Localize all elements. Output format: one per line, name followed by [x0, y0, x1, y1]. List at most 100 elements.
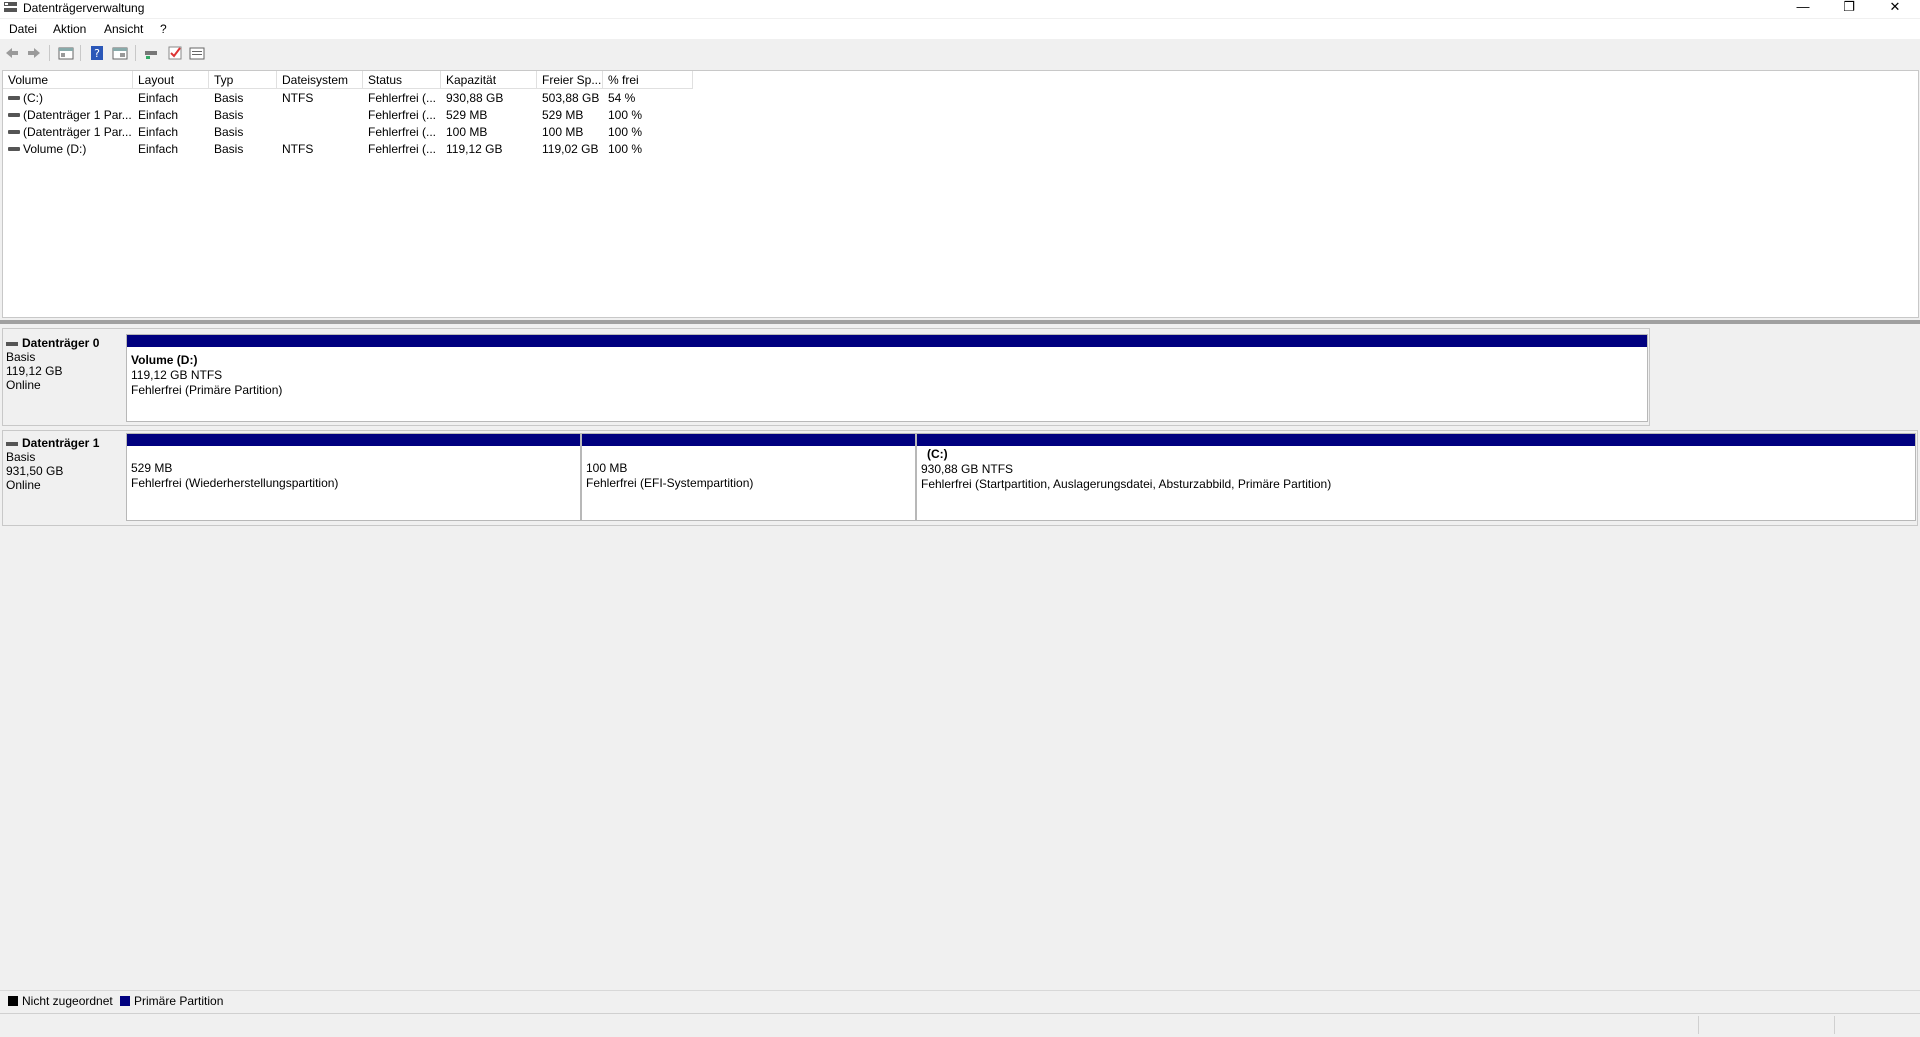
status-bar [0, 1013, 1920, 1037]
disk-type: Basis [6, 450, 36, 464]
primary-partition-bar [582, 434, 915, 446]
toolbar: ? [0, 41, 1920, 65]
toolbar-separator [80, 45, 81, 61]
column-header-status[interactable]: Status [363, 71, 441, 89]
help-icon[interactable]: ? [89, 45, 105, 61]
disk-state: Online [6, 478, 41, 492]
cell-freier-speicher: 529 MB [542, 108, 584, 122]
unallocated-swatch [8, 996, 18, 1006]
primary-partition-bar [917, 434, 1915, 446]
disk-state: Online [6, 378, 41, 392]
partition-recovery[interactable]: 529 MB Fehlerfrei (Wiederherstellungspar… [126, 433, 581, 521]
legend: Nicht zugeordnet Primäre Partition [0, 990, 1920, 1013]
partition-size: 119,12 GB NTFS [131, 368, 223, 382]
legend-label-unallocated: Nicht zugeordnet [22, 994, 113, 1008]
partition-title: (C:) [927, 447, 948, 461]
menu-help[interactable]: ? [160, 22, 167, 36]
cell-layout: Einfach [138, 142, 179, 156]
partition-volume-d[interactable]: Volume (D:) 119,12 GB NTFS Fehlerfrei (P… [126, 334, 1648, 422]
properties-icon[interactable] [112, 45, 128, 61]
cell-typ: Basis [214, 142, 244, 156]
partition-status: Fehlerfrei (Startpartition, Auslagerungs… [921, 477, 1332, 491]
minimize-button[interactable]: — [1780, 0, 1826, 16]
cell-kapazitaet: 100 MB [446, 125, 488, 139]
cell-status: Fehlerfrei (... [368, 108, 437, 122]
partition-size: 529 MB [131, 461, 173, 475]
menu-datei[interactable]: Datei [9, 22, 37, 36]
window-title: Datenträgerverwaltung [23, 1, 145, 15]
primary-partition-bar [127, 335, 1647, 347]
cell-volume: (Datenträger 1 Par... [23, 125, 131, 139]
partition-size: 100 MB [586, 461, 628, 475]
column-header-kapazitaet[interactable]: Kapazität [441, 71, 537, 89]
menu-ansicht[interactable]: Ansicht [104, 22, 143, 36]
menu-bar: Datei Aktion Ansicht ? [0, 19, 1920, 39]
disk-size: 931,50 GB [6, 464, 64, 478]
partition-c[interactable]: (C:) 930,88 GB NTFS Fehlerfrei (Startpar… [916, 433, 1916, 521]
partition-efi[interactable]: 100 MB Fehlerfrei (EFI-Systempartition) [581, 433, 916, 521]
primary-partition-bar [127, 434, 580, 446]
cell-status: Fehlerfrei (... [368, 142, 437, 156]
disk-icon [6, 441, 18, 446]
column-header-prozent-frei[interactable]: % frei [603, 71, 693, 89]
table-row[interactable]: (C:) Einfach Basis NTFS Fehlerfrei (... … [3, 90, 703, 107]
table-row[interactable]: (Datenträger 1 Par... Einfach Basis Fehl… [3, 107, 703, 124]
console-tree-icon[interactable] [58, 45, 74, 61]
disk-size: 119,12 GB [6, 364, 63, 378]
cell-dateisystem: NTFS [282, 142, 314, 156]
cell-freier-speicher: 119,02 GB [542, 142, 599, 156]
table-row[interactable]: (Datenträger 1 Par... Einfach Basis Fehl… [3, 124, 703, 141]
restore-button[interactable]: ❐ [1826, 0, 1872, 16]
settings-list-icon[interactable] [189, 45, 205, 61]
cell-prozent-frei: 100 % [608, 108, 643, 122]
back-arrow-icon[interactable] [4, 45, 20, 61]
column-header-dateisystem[interactable]: Dateisystem [277, 71, 363, 89]
disk-name: Datenträger 1 [22, 436, 100, 450]
cell-kapazitaet: 529 MB [446, 108, 488, 122]
cell-dateisystem [282, 124, 362, 141]
toolbar-separator [49, 45, 50, 61]
cell-prozent-frei: 100 % [608, 142, 643, 156]
column-header-volume[interactable]: Volume [3, 71, 133, 89]
cell-prozent-frei: 54 % [608, 91, 636, 105]
cell-layout: Einfach [138, 125, 179, 139]
cell-dateisystem: NTFS [282, 91, 314, 105]
cell-layout: Einfach [138, 108, 179, 122]
cell-kapazitaet: 119,12 GB [446, 142, 503, 156]
disk-graphical-view: Datenträger 0 Basis 119,12 GB Online Vol… [0, 324, 1920, 984]
column-header-typ[interactable]: Typ [209, 71, 277, 89]
menu-aktion[interactable]: Aktion [53, 22, 86, 36]
forward-arrow-icon[interactable] [26, 45, 42, 61]
check-icon[interactable] [167, 45, 183, 61]
primary-partition-swatch [120, 996, 130, 1006]
cell-freier-speicher: 503,88 GB [542, 91, 600, 105]
volume-list: Volume Layout Typ Dateisystem Status Kap… [2, 70, 1919, 318]
legend-label-primary: Primäre Partition [134, 994, 224, 1008]
cell-dateisystem [282, 107, 362, 124]
cell-prozent-frei: 100 % [608, 125, 643, 139]
column-header-layout[interactable]: Layout [133, 71, 209, 89]
disk-management-app-icon [4, 2, 17, 12]
partition-size: 930,88 GB NTFS [921, 462, 1014, 476]
status-separator [1834, 1016, 1835, 1034]
svg-text:?: ? [94, 47, 100, 60]
cell-typ: Basis [214, 125, 244, 139]
cell-freier-speicher: 100 MB [542, 125, 584, 139]
cell-volume: (Datenträger 1 Par... [23, 108, 131, 122]
status-separator [1698, 1016, 1699, 1034]
partition-status: Fehlerfrei (EFI-Systempartition) [586, 476, 754, 490]
disk-0-label[interactable]: Datenträger 0 Basis 119,12 GB Online [6, 336, 124, 392]
close-button[interactable]: ✕ [1872, 0, 1918, 16]
disk-icon [6, 341, 18, 346]
title-bar: Datenträgerverwaltung — ❐ ✕ [0, 0, 1920, 18]
cell-volume: (C:) [23, 91, 43, 105]
connect-icon[interactable] [143, 45, 159, 61]
volume-icon [8, 147, 20, 151]
column-header-freier-speicher[interactable]: Freier Sp... [537, 71, 603, 89]
cell-typ: Basis [214, 91, 244, 105]
cell-status: Fehlerfrei (... [368, 91, 437, 105]
cell-typ: Basis [214, 108, 244, 122]
disk-name: Datenträger 0 [22, 336, 100, 350]
table-row[interactable]: Volume (D:) Einfach Basis NTFS Fehlerfre… [3, 141, 703, 158]
disk-1-label[interactable]: Datenträger 1 Basis 931,50 GB Online [6, 436, 124, 492]
